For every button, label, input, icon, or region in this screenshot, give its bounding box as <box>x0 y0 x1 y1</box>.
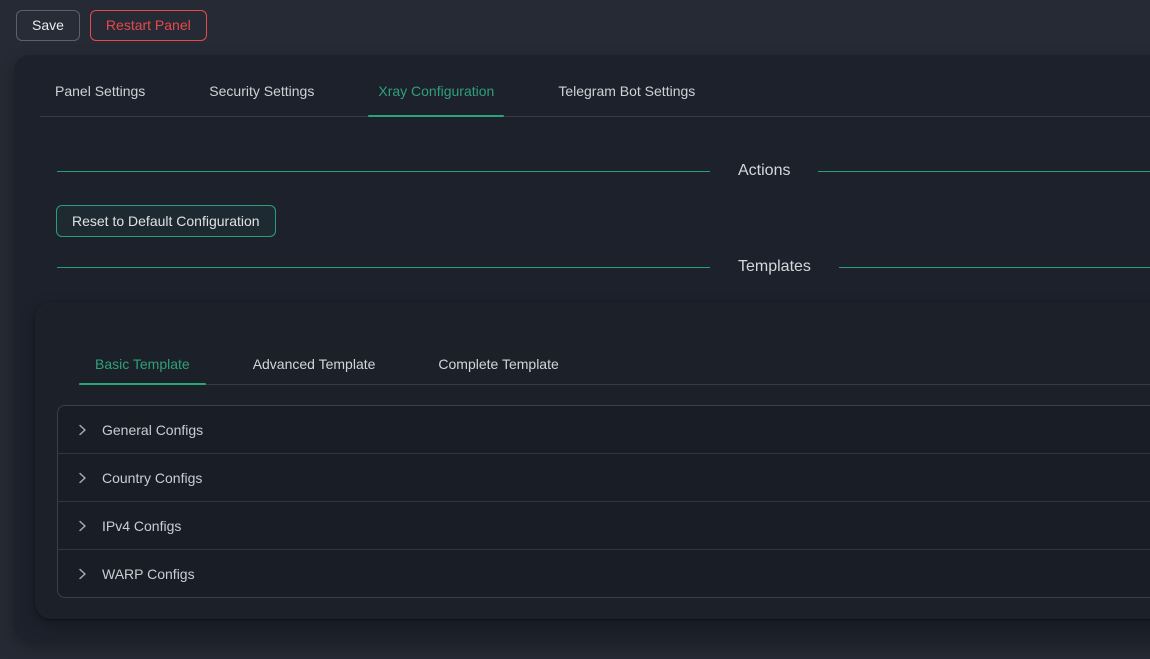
collapse-header-label: General Configs <box>102 422 203 438</box>
collapse-header-warp-configs[interactable]: WARP Configs <box>58 549 1150 597</box>
chevron-right-icon <box>76 424 88 436</box>
config-collapse-list: General Configs Country Configs IPv4 Con… <box>57 405 1150 598</box>
top-toolbar: Save Restart Panel <box>16 10 207 41</box>
collapse-header-general-configs[interactable]: General Configs <box>58 406 1150 453</box>
collapse-header-label: WARP Configs <box>102 566 195 582</box>
divider-line <box>818 171 1150 172</box>
tab-complete-template[interactable]: Complete Template <box>422 354 574 384</box>
divider-line <box>57 171 710 172</box>
restart-panel-button[interactable]: Restart Panel <box>90 10 207 41</box>
tab-telegram-bot-settings[interactable]: Telegram Bot Settings <box>548 81 705 116</box>
divider-line <box>839 267 1150 268</box>
collapse-header-label: Country Configs <box>102 470 202 486</box>
templates-divider: Templates <box>57 255 1150 279</box>
tab-xray-configuration[interactable]: Xray Configuration <box>368 81 504 116</box>
collapse-header-label: IPv4 Configs <box>102 518 181 534</box>
actions-divider: Actions <box>57 159 1150 183</box>
templates-section-title: Templates <box>738 258 811 276</box>
tab-basic-template[interactable]: Basic Template <box>79 354 206 384</box>
collapse-header-country-configs[interactable]: Country Configs <box>58 453 1150 501</box>
chevron-right-icon <box>76 520 88 532</box>
template-tab-bar: Basic Template Advanced Template Complet… <box>79 302 1150 385</box>
templates-card: Basic Template Advanced Template Complet… <box>35 302 1150 619</box>
tab-advanced-template[interactable]: Advanced Template <box>237 354 392 384</box>
chevron-right-icon <box>76 472 88 484</box>
divider-line <box>57 267 710 268</box>
collapse-header-ipv4-configs[interactable]: IPv4 Configs <box>58 501 1150 549</box>
settings-tab-bar: Panel Settings Security Settings Xray Co… <box>40 55 1150 117</box>
settings-card: Panel Settings Security Settings Xray Co… <box>14 55 1150 640</box>
chevron-right-icon <box>76 568 88 580</box>
actions-section-title: Actions <box>738 162 790 180</box>
tab-panel-settings[interactable]: Panel Settings <box>45 81 155 116</box>
save-button[interactable]: Save <box>16 10 80 41</box>
reset-default-configuration-button[interactable]: Reset to Default Configuration <box>56 205 276 237</box>
tab-security-settings[interactable]: Security Settings <box>199 81 324 116</box>
